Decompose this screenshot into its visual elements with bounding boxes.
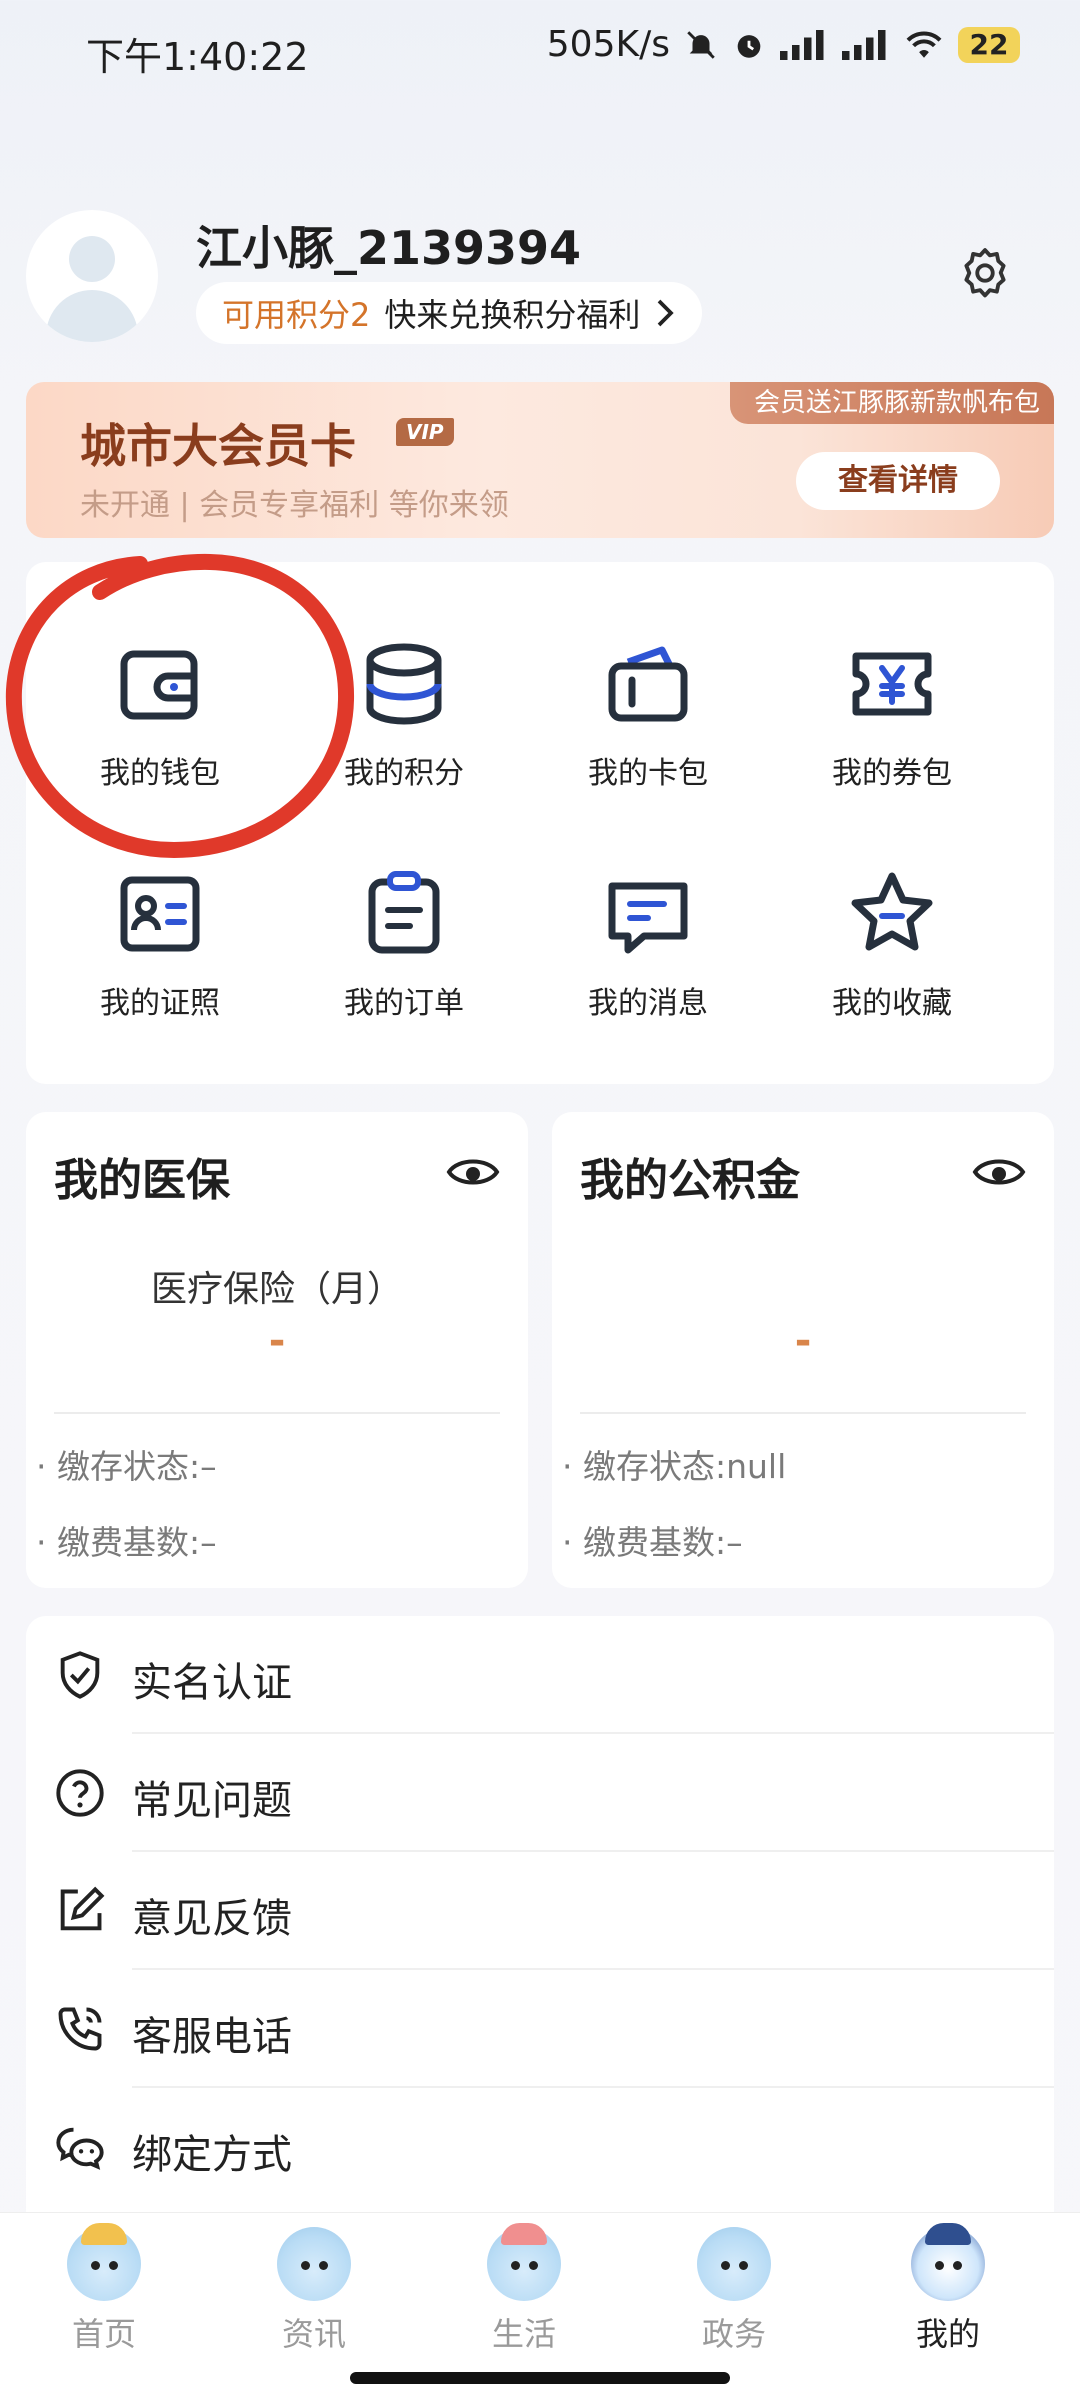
vip-details-button[interactable]: 查看详情 — [796, 452, 1000, 510]
grid-label: 我的消息 — [588, 986, 708, 1021]
medical-value: - — [268, 1318, 286, 1364]
mute-bell-icon — [687, 30, 715, 59]
mascot-mine-icon — [911, 2223, 985, 2301]
status-time: 下午1:40:22 — [86, 35, 309, 79]
grid-item-card-holder[interactable]: 我的卡包 — [528, 634, 768, 792]
star-icon — [851, 872, 933, 951]
nav-life[interactable]: 生活 — [464, 2223, 584, 2355]
username: 江小豚_2139394 — [196, 221, 582, 275]
nav-label: 资讯 — [281, 2315, 346, 2353]
menu-label: 实名认证 — [132, 1660, 292, 1706]
medical-title: 我的医保 — [54, 1155, 230, 1206]
message-icon — [608, 882, 688, 954]
services-grid: 我的钱包 我的积分 我的卡包 我的券包 我的证照 我的订单 我的消息 我的收藏 — [26, 562, 1054, 1084]
fund-title: 我的公积金 — [580, 1155, 800, 1206]
mascot-government-icon — [697, 2227, 771, 2301]
grid-label: 我的卡包 — [588, 756, 708, 791]
medical-status-row: · 缴存状态:– — [36, 1447, 217, 1486]
medical-insurance-card[interactable]: 我的医保 医疗保险（月） - · 缴存状态:– · 缴费基数:– — [26, 1112, 528, 1588]
points-pill[interactable]: 可用积分2 快来兑换积分福利 — [196, 282, 703, 344]
medical-subtitle: 医疗保险（月） — [150, 1269, 403, 1310]
grid-label: 我的证照 — [100, 986, 220, 1021]
medical-base-row: · 缴费基数:– — [36, 1523, 217, 1562]
menu-item-hotline[interactable]: 客服电话 — [26, 1970, 1054, 2088]
coins-icon — [366, 643, 442, 725]
vip-member-card[interactable]: 城市大会员卡 VIP 未开通 | 会员专享福利 等你来领 查看详情 会员送江豚豚… — [26, 382, 1054, 538]
vip-subtitle: 未开通 | 会员专享福利 等你来领 — [80, 488, 509, 523]
grid-item-wallet[interactable]: 我的钱包 — [40, 634, 280, 792]
grid-item-favorites[interactable]: 我的收藏 — [772, 864, 1012, 1022]
mascot-life-icon — [487, 2223, 561, 2301]
menu-label: 客服电话 — [132, 2014, 292, 2060]
menu-label: 常见问题 — [132, 1778, 292, 1824]
menu-label: 意见反馈 — [132, 1896, 292, 1942]
eye-icon[interactable] — [972, 1152, 1026, 1192]
wifi-icon — [906, 30, 942, 58]
menu-item-faq[interactable]: 常见问题 — [26, 1734, 1054, 1852]
fund-status-row: · 缴存状态:null — [562, 1447, 787, 1486]
network-speed: 505K/s — [546, 24, 670, 65]
home-indicator[interactable] — [350, 2372, 730, 2384]
question-icon — [56, 1769, 104, 1817]
settings-menu: 实名认证 常见问题 意见反馈 客服电话 绑定方式 — [26, 1616, 1054, 2236]
chevron-right-icon — [658, 299, 675, 327]
grid-item-messages[interactable]: 我的消息 — [528, 864, 768, 1022]
grid-item-coupon[interactable]: 我的券包 — [772, 634, 1012, 792]
menu-item-real-name[interactable]: 实名认证 — [26, 1616, 1054, 1734]
housing-fund-card[interactable]: 我的公积金 - · 缴存状态:null · 缴费基数:– — [552, 1112, 1054, 1588]
signal-icon-2 — [842, 29, 886, 60]
grid-item-license[interactable]: 我的证照 — [40, 864, 280, 1022]
vip-promo-ribbon: 会员送江豚豚新款帆布包 — [729, 382, 1054, 424]
edit-icon — [60, 1886, 105, 1931]
fund-base-row: · 缴费基数:– — [562, 1523, 743, 1562]
status-icons: 505K/s 22 — [547, 24, 1020, 65]
points-label: 可用积分2 — [222, 296, 371, 334]
avatar[interactable] — [26, 210, 158, 342]
menu-item-binding[interactable]: 绑定方式 — [26, 2088, 1054, 2206]
grid-item-orders[interactable]: 我的订单 — [284, 864, 524, 1022]
id-card-icon — [120, 876, 200, 952]
points-cta: 快来兑换积分福利 — [384, 296, 641, 334]
mascot-home-icon — [67, 2223, 141, 2301]
eye-icon[interactable] — [446, 1152, 500, 1192]
vip-title: 城市大会员卡 — [80, 419, 356, 473]
signal-icon — [780, 29, 824, 60]
coupon-icon — [852, 652, 932, 716]
grid-label: 我的钱包 — [100, 756, 220, 791]
grid-label: 我的收藏 — [832, 986, 952, 1021]
settings-gear-icon[interactable] — [956, 244, 1014, 302]
nav-label: 我的 — [915, 2315, 980, 2353]
nav-government[interactable]: 政务 — [674, 2227, 794, 2355]
nav-label: 生活 — [491, 2315, 556, 2353]
clipboard-icon — [368, 871, 440, 954]
grid-label: 我的券包 — [832, 756, 952, 791]
grid-label: 我的积分 — [344, 756, 464, 791]
nav-news[interactable]: 资讯 — [254, 2227, 374, 2355]
nav-home[interactable]: 首页 — [44, 2223, 164, 2355]
card-holder-icon — [608, 646, 688, 722]
shield-check-icon — [60, 1651, 100, 1699]
wechat-icon — [56, 2127, 104, 2170]
nav-mine[interactable]: 我的 — [888, 2223, 1008, 2355]
fund-value: - — [794, 1318, 812, 1364]
wallet-icon — [120, 650, 198, 720]
phone-icon — [58, 2007, 102, 2051]
divider — [580, 1412, 1026, 1414]
alarm-icon — [737, 34, 761, 58]
vip-badge: VIP — [396, 418, 454, 446]
divider — [54, 1412, 500, 1414]
mascot-news-icon — [277, 2227, 351, 2301]
menu-item-feedback[interactable]: 意见反馈 — [26, 1852, 1054, 1970]
nav-label: 政务 — [701, 2315, 766, 2353]
menu-label: 绑定方式 — [132, 2132, 292, 2178]
grid-label: 我的订单 — [344, 986, 464, 1021]
grid-item-points[interactable]: 我的积分 — [284, 634, 524, 792]
battery-indicator: 22 — [958, 26, 1020, 63]
nav-label: 首页 — [71, 2315, 136, 2353]
